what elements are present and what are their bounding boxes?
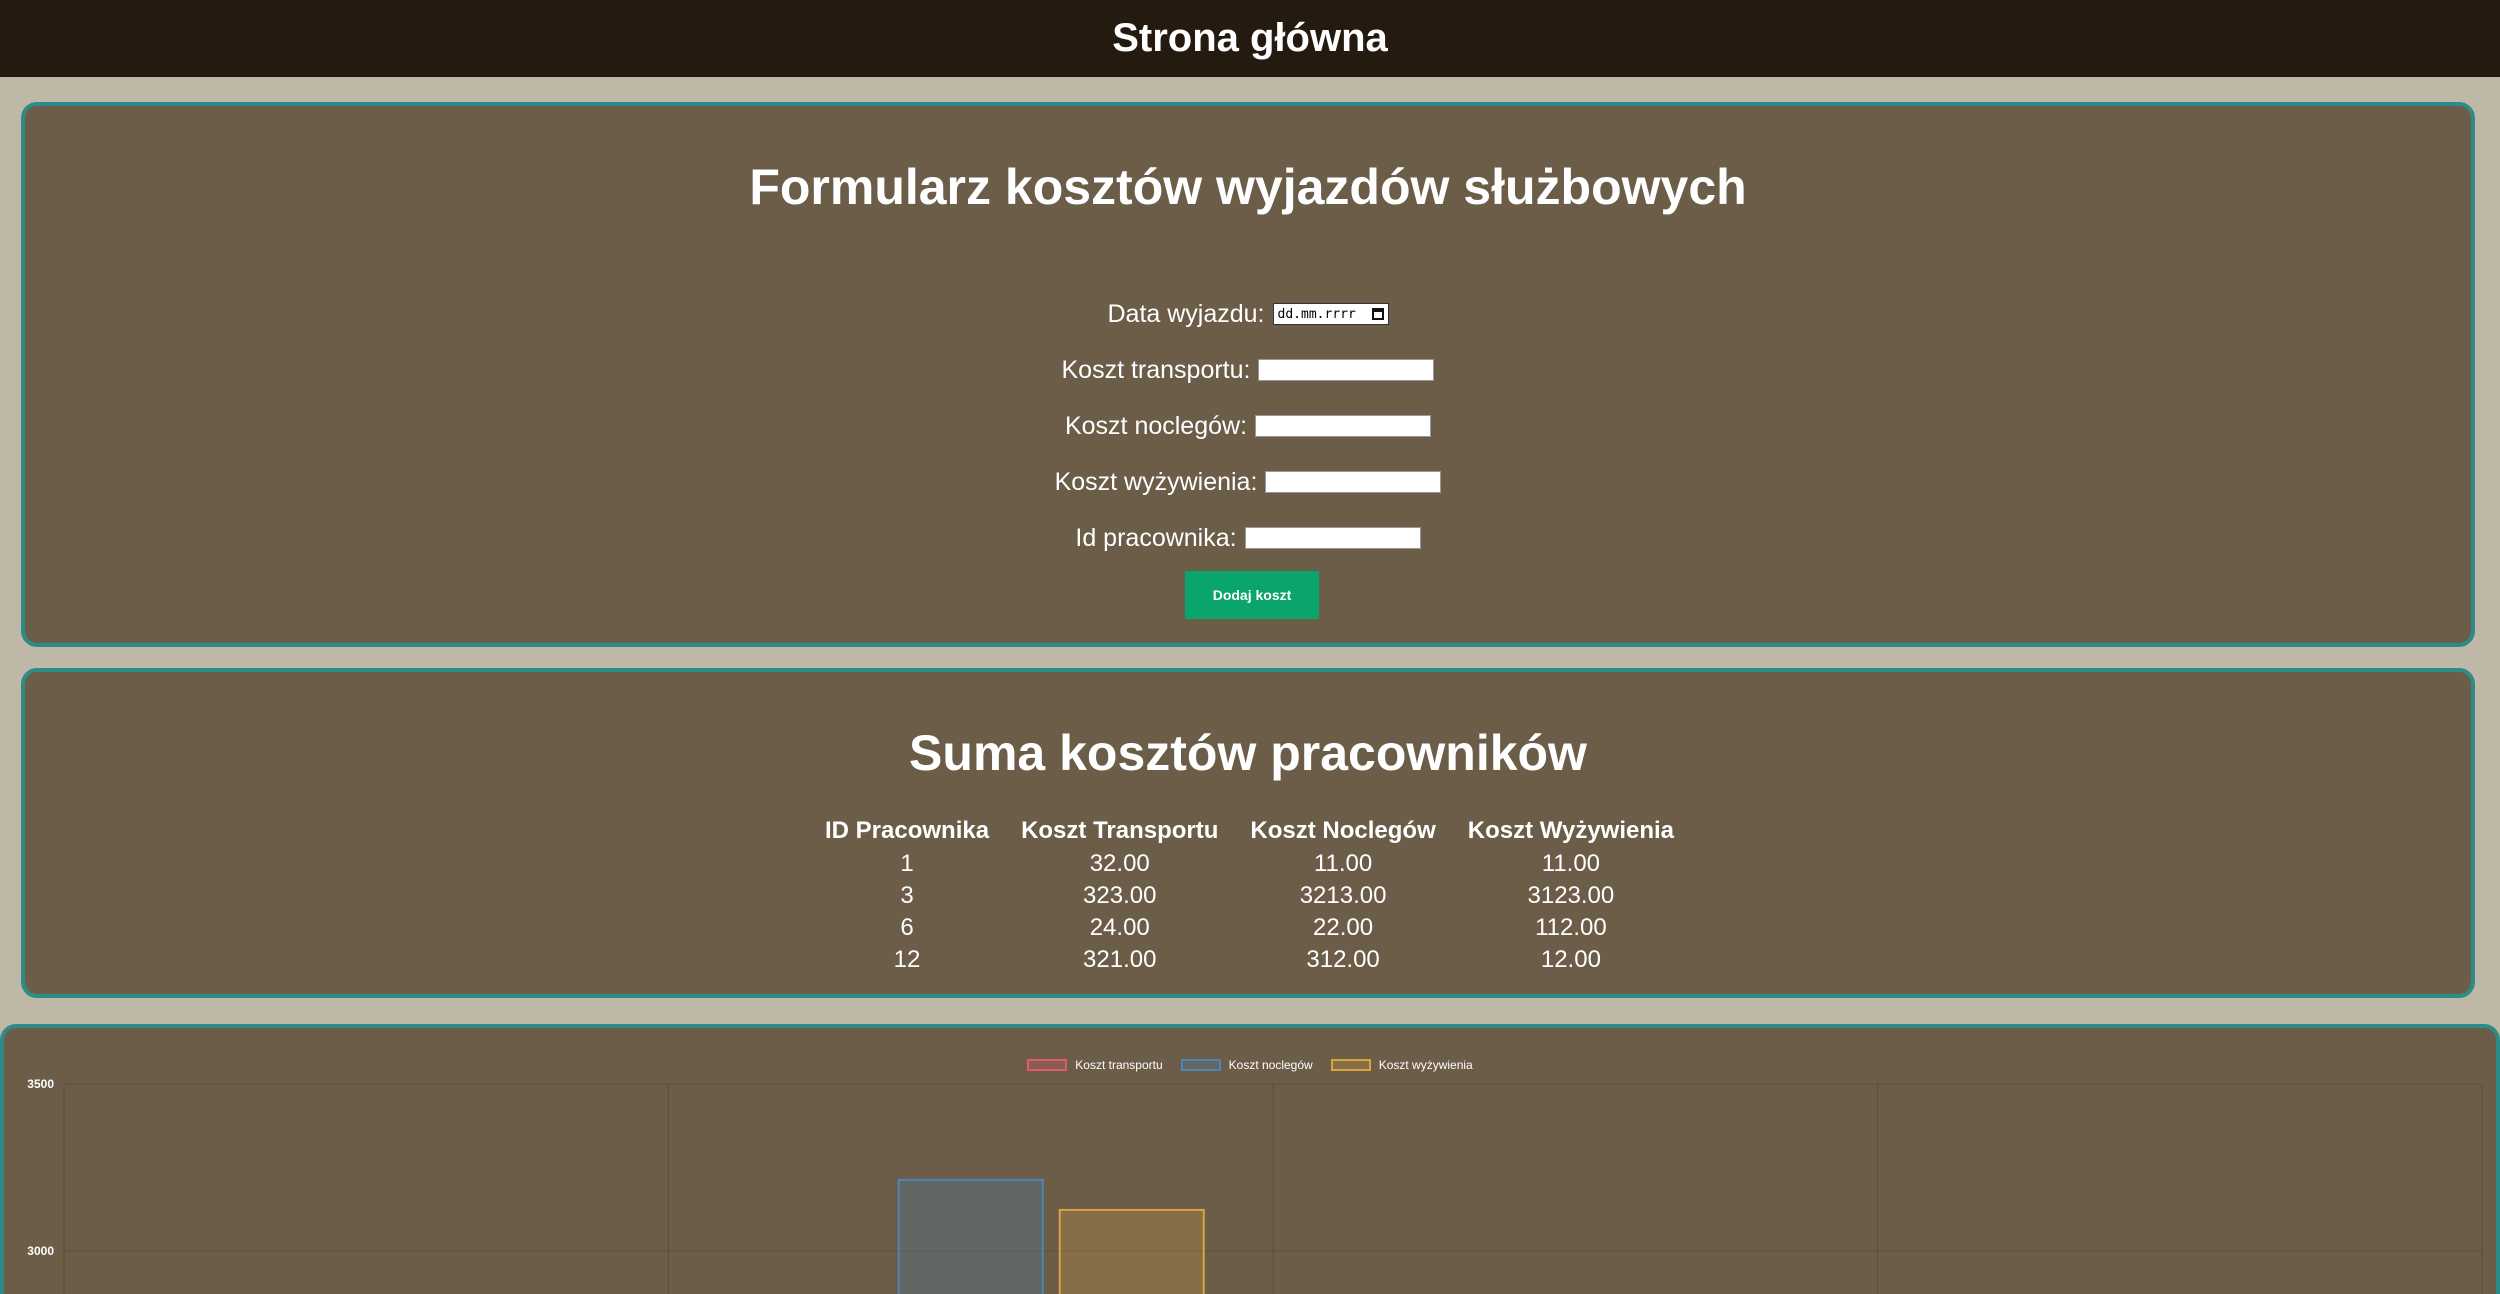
transport-row: Koszt transportu: [25, 342, 2471, 398]
transport-cost-input[interactable] [1258, 359, 1435, 381]
employee-id-input[interactable] [1244, 527, 1421, 549]
table-cell: 312.00 [1306, 946, 1380, 973]
table-cell: 321.00 [1083, 946, 1157, 973]
column-header: Koszt Transportu [1021, 817, 1219, 844]
date-label: Data wyjazdu: [1107, 299, 1265, 328]
transport-label: Koszt transportu: [1061, 355, 1251, 384]
bar-koszt-noclegów-3 [897, 1178, 1044, 1294]
cost-form-panel: Formularz kosztów wyjazdów służbowych Da… [21, 102, 2475, 647]
column-header: Koszt Wyżywienia [1467, 817, 1675, 844]
table-cell: 12.00 [1540, 946, 1601, 973]
table-cell: 32.00 [1089, 850, 1150, 877]
page-title: Strona główna [1112, 16, 1388, 60]
food-cost-input[interactable] [1265, 471, 1442, 493]
employee-row: Id pracownika: [25, 510, 2471, 566]
table-cell: 1 [900, 850, 914, 877]
lodging-label: Koszt noclegów: [1064, 411, 1248, 440]
chart-panel: Koszt transportu Koszt noclegów Koszt wy… [0, 1024, 2500, 1294]
y-tick-label: 3500 [27, 1077, 54, 1091]
summary-title: Suma kosztów pracowników [909, 725, 1587, 781]
date-input[interactable]: dd.mm.rrrr [1272, 303, 1389, 325]
table-row: 1 32.00 11.00 11.00 [809, 848, 1690, 880]
y-tick-label: 3000 [27, 1244, 54, 1258]
table-row: 3 323.00 3213.00 3123.00 [809, 880, 1690, 912]
table-header-row: ID Pracownika Koszt Transportu Koszt Noc… [809, 814, 1690, 848]
table-cell: 24.00 [1089, 914, 1150, 941]
date-row: Data wyjazdu: dd.mm.rrrr [25, 286, 2471, 342]
table-cell: 12 [893, 946, 921, 973]
lodging-cost-input[interactable] [1255, 415, 1432, 437]
form-title: Formularz kosztów wyjazdów służbowych [749, 159, 1747, 215]
table-row: 12 321.00 312.00 12.00 [809, 944, 1690, 976]
food-label: Koszt wyżywienia: [1054, 467, 1258, 496]
table-cell: 3213.00 [1299, 882, 1387, 909]
summary-panel: Suma kosztów pracowników ID Pracownika K… [21, 668, 2475, 998]
add-cost-button[interactable]: Dodaj koszt [1185, 571, 1319, 619]
bar-koszt-wyżywienia-3 [1058, 1208, 1205, 1294]
table-cell: 6 [900, 914, 914, 941]
food-row: Koszt wyżywienia: [25, 454, 2471, 510]
table-cell: 323.00 [1083, 882, 1157, 909]
lodging-row: Koszt noclegów: [25, 398, 2471, 454]
table-cell: 11.00 [1313, 850, 1373, 877]
column-header: ID Pracownika [825, 817, 990, 844]
table-cell: 22.00 [1313, 914, 1374, 941]
employee-label: Id pracownika: [1075, 523, 1237, 552]
table-cell: 11.00 [1541, 850, 1601, 877]
table-row: 6 24.00 22.00 112.00 [809, 912, 1690, 944]
bar-chart: 3500 3000 [27, 1077, 2483, 1294]
summary-table: ID Pracownika Koszt Transportu Koszt Noc… [809, 814, 1690, 976]
date-placeholder: dd.mm.rrrr [1277, 306, 1356, 322]
column-header: Koszt Noclegów [1250, 817, 1436, 844]
calendar-icon[interactable] [1371, 308, 1384, 320]
table-cell: 112.00 [1535, 914, 1607, 941]
table-cell: 3 [900, 882, 914, 909]
form-fields: Data wyjazdu: dd.mm.rrrr Koszt transport… [25, 286, 2471, 566]
top-bar: Strona główna [0, 0, 2500, 77]
table-cell: 3123.00 [1527, 882, 1615, 909]
